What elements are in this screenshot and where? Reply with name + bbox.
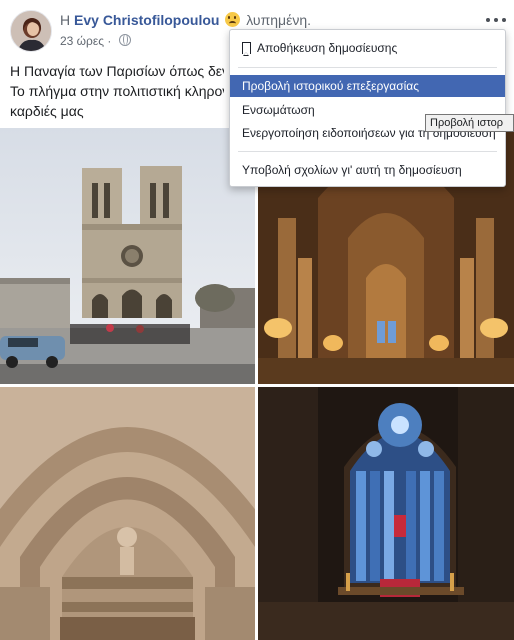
- author-avatar[interactable]: [10, 10, 52, 52]
- notre-dame-facade-photo[interactable]: [0, 128, 255, 384]
- post-options-button[interactable]: [486, 12, 506, 28]
- save-post-label: Αποθήκευση δημοσίευσης: [257, 41, 398, 55]
- view-edit-history-menu-item[interactable]: Προβολή ιστορικού επεξεργασίας: [230, 75, 505, 97]
- feeling-text: λυπημένη.: [246, 12, 311, 28]
- more-dot-icon: [486, 18, 490, 22]
- portal-sculpture-photo[interactable]: [0, 387, 255, 640]
- post-card: Η Evy Christofilopoulou λυπημένη. 23 ώρε…: [0, 0, 514, 640]
- give-feedback-menu-item[interactable]: Υποβολή σχολίων γι' αυτή τη δημοσίευση: [230, 159, 505, 181]
- author-name-link[interactable]: Evy Christofilopoulou: [74, 12, 219, 28]
- post-text-line: Το πλήγμα στην πολιτιστική κληρον: [10, 83, 224, 99]
- post-text: Η Παναγία των Παρισίων όπως δεν Το πλήγμ…: [10, 61, 224, 121]
- post-text-line: καρδιές μας: [10, 103, 84, 119]
- rose-window-altar-photo[interactable]: [258, 387, 514, 640]
- embed-label: Ενσωμάτωση: [242, 103, 315, 117]
- bookmark-icon: [242, 42, 251, 56]
- post-meta: 23 ώρες ·: [60, 34, 131, 48]
- more-dot-icon: [494, 18, 498, 22]
- more-dot-icon: [502, 18, 506, 22]
- post-options-menu: Αποθήκευση δημοσίευσης Προβολή ιστορικού…: [229, 29, 506, 187]
- author-line: Η Evy Christofilopoulou λυπημένη.: [60, 12, 311, 28]
- give-feedback-label: Υποβολή σχολίων γι' αυτή τη δημοσίευση: [242, 163, 462, 177]
- save-post-menu-item[interactable]: Αποθήκευση δημοσίευσης: [230, 37, 505, 59]
- post-text-line: Η Παναγία των Παρισίων όπως δεν: [10, 63, 224, 79]
- menu-divider: [238, 67, 497, 68]
- author-prefix: Η: [60, 12, 71, 28]
- menu-item-tooltip: Προβολή ιστορ: [425, 114, 514, 132]
- timestamp-link[interactable]: 23 ώρες: [60, 34, 104, 48]
- view-edit-history-label: Προβολή ιστορικού επεξεργασίας: [242, 79, 420, 93]
- sad-face-icon: [225, 12, 241, 27]
- globe-icon[interactable]: [118, 34, 131, 46]
- menu-divider: [238, 151, 497, 152]
